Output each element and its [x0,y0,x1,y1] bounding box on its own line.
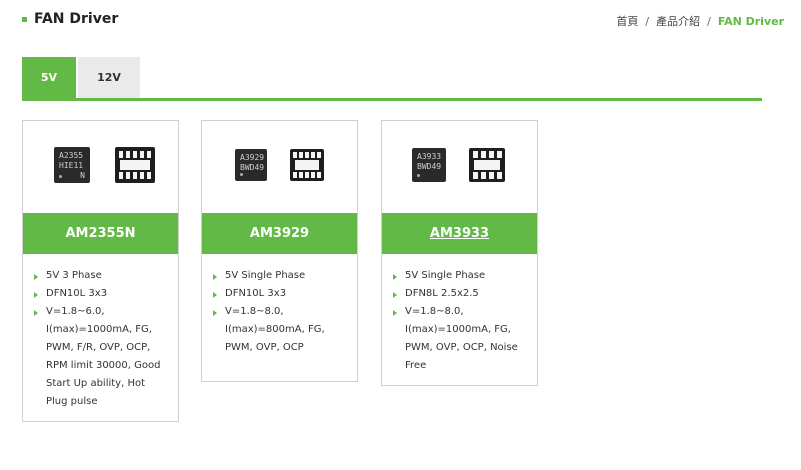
chip-marking-line: BWD49 [417,162,442,171]
spec-item: V=1.8~8.0, I(max)=1000mA, FG, PWM, OVP, … [392,303,527,375]
product-name: AM3933 [429,226,490,241]
pin1-dot-icon [417,174,420,177]
product-name-link[interactable]: AM3933 [382,213,537,254]
breadcrumb: 首頁 / 產品介紹 / FAN Driver [616,13,784,29]
spec-item: V=1.8~8.0, I(max)=800mA, FG, PWM, OVP, O… [212,303,347,357]
product-name: AM2355N [65,226,136,241]
page-title: FAN Driver [34,11,119,27]
product-name-link[interactable]: AM3929 [202,213,357,254]
product-name-link[interactable]: AM2355N [23,213,178,254]
breadcrumb-current: FAN Driver [717,15,784,28]
chip-marking-line: N [80,171,85,180]
chip-top-view-icon: A3933 BWD49 [412,148,446,182]
spec-item: DFN10L 3x3 [33,285,168,303]
product-image[interactable]: A2355 HIE11 N [23,121,178,213]
page-header: FAN Driver 首頁 / 產品介紹 / FAN Driver [22,8,784,34]
product-card-am3933[interactable]: A3933 BWD49 AM3933 5V Single Phase DFN8L… [381,120,538,386]
chip-bottom-view-icon [290,149,324,181]
chip-bottom-view-icon [115,147,155,183]
chip-marking-line: BWD49 [240,163,265,172]
spec-item: DFN10L 3x3 [212,285,347,303]
breadcrumb-home[interactable]: 首頁 [616,15,638,28]
spec-item: 5V Single Phase [392,267,527,285]
breadcrumb-products[interactable]: 產品介紹 [656,15,700,28]
voltage-tabs: 5V 12V [22,57,762,101]
spec-item: 5V 3 Phase [33,267,168,285]
spec-list: 5V Single Phase DFN10L 3x3 V=1.8~8.0, I(… [202,254,357,367]
breadcrumb-separator: / [645,15,650,28]
product-card-am3929[interactable]: A3929 BWD49 AM3929 5V Single Phase DFN10… [201,120,358,382]
tab-underline [22,98,762,101]
tab-12v[interactable]: 12V [78,57,140,98]
spec-list: 5V Single Phase DFN8L 2.5x2.5 V=1.8~8.0,… [382,254,537,385]
breadcrumb-separator: / [707,15,711,28]
spec-item: DFN8L 2.5x2.5 [392,285,527,303]
product-image[interactable]: A3929 BWD49 [202,121,357,213]
chip-marking-line: HIE11 [59,161,84,170]
pin1-dot-icon [240,173,243,176]
chip-marking-line: A3929 [240,153,265,162]
chip-top-view-icon: A2355 HIE11 N [54,147,90,183]
product-card-am2355n[interactable]: A2355 HIE11 N AM2355N 5V 3 Phase DFN10L … [22,120,179,422]
title-marker-icon [22,16,27,22]
spec-item: V=1.8~6.0, I(max)=1000mA, FG, PWM, F/R, … [33,303,168,411]
chip-top-view-icon: A3929 BWD49 [235,149,267,181]
chip-marking-line: A2355 [59,151,84,160]
tab-5v[interactable]: 5V [22,57,76,98]
chip-marking-line: A3933 [417,152,442,161]
chip-bottom-view-icon [469,148,505,182]
product-image[interactable]: A3933 BWD49 [382,121,537,213]
pin1-dot-icon [59,175,62,178]
spec-item: 5V Single Phase [212,267,347,285]
spec-list: 5V 3 Phase DFN10L 3x3 V=1.8~6.0, I(max)=… [23,254,178,421]
page-title-wrap: FAN Driver [22,11,118,27]
product-name: AM3929 [249,226,310,241]
